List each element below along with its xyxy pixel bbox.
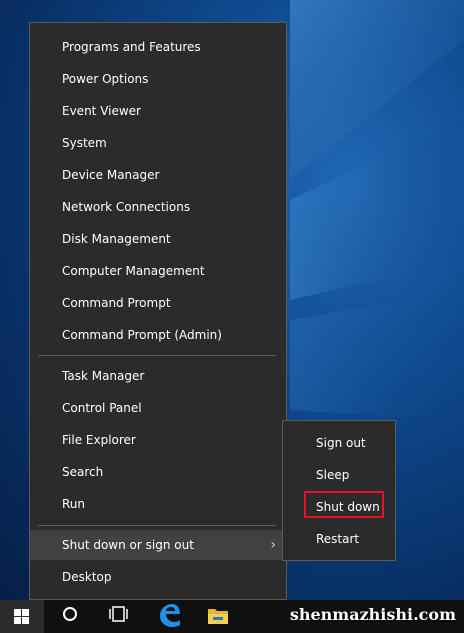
shut-down-highlight-box (304, 491, 384, 518)
menu-item-network-connections[interactable]: Network Connections (30, 192, 286, 222)
menu-item-power-options[interactable]: Power Options (30, 64, 286, 94)
menu-item-label: Shut down or sign out (62, 538, 194, 552)
menu-item-label: Event Viewer (62, 104, 141, 118)
menu-item-device-manager[interactable]: Device Manager (30, 160, 286, 190)
menu-item-label: System (62, 136, 107, 150)
menu-item-file-explorer[interactable]: File Explorer (30, 425, 286, 455)
shutdown-submenu: Sign out Sleep Shut down Restart (282, 420, 396, 561)
menu-item-programs-and-features[interactable]: Programs and Features (30, 32, 286, 62)
submenu-item-label: Sign out (316, 436, 366, 450)
menu-item-label: File Explorer (62, 433, 136, 447)
menu-item-command-prompt-admin[interactable]: Command Prompt (Admin) (30, 320, 286, 350)
file-explorer-button[interactable] (196, 600, 240, 633)
menu-separator (38, 525, 276, 526)
menu-item-label: Power Options (62, 72, 149, 86)
menu-item-label: Control Panel (62, 401, 142, 415)
menu-item-label: Command Prompt (Admin) (62, 328, 222, 342)
edge-button[interactable] (147, 600, 191, 633)
cortana-button[interactable] (48, 600, 92, 633)
winx-power-user-menu: Programs and Features Power Options Even… (29, 22, 287, 600)
menu-item-label: Programs and Features (62, 40, 201, 54)
menu-separator (38, 355, 276, 356)
menu-item-computer-management[interactable]: Computer Management (30, 256, 286, 286)
menu-item-label: Device Manager (62, 168, 160, 182)
menu-item-event-viewer[interactable]: Event Viewer (30, 96, 286, 126)
submenu-item-label: Restart (316, 532, 360, 546)
menu-item-command-prompt[interactable]: Command Prompt (30, 288, 286, 318)
chevron-right-icon: › (270, 537, 276, 553)
menu-item-desktop[interactable]: Desktop (30, 562, 286, 592)
task-view-icon (109, 606, 128, 622)
menu-item-label: Task Manager (62, 369, 145, 383)
menu-item-shut-down-or-sign-out[interactable]: Shut down or sign out › (30, 530, 286, 560)
menu-item-disk-management[interactable]: Disk Management (30, 224, 286, 254)
menu-item-label: Command Prompt (62, 296, 171, 310)
task-view-button[interactable] (96, 600, 140, 633)
menu-item-label: Search (62, 465, 104, 479)
cortana-circle-icon (63, 607, 77, 621)
menu-item-label: Computer Management (62, 264, 205, 278)
menu-item-label: Desktop (62, 570, 112, 584)
menu-item-label: Disk Management (62, 232, 171, 246)
menu-item-system[interactable]: System (30, 128, 286, 158)
menu-item-search[interactable]: Search (30, 457, 286, 487)
menu-item-run[interactable]: Run (30, 489, 286, 519)
submenu-item-label: Sleep (316, 468, 350, 482)
submenu-item-sleep[interactable]: Sleep (283, 460, 395, 490)
menu-item-control-panel[interactable]: Control Panel (30, 393, 286, 423)
watermark-text: shenmazhishi.com (289, 605, 456, 624)
submenu-item-restart[interactable]: Restart (283, 524, 395, 554)
windows-start-icon (14, 609, 29, 624)
submenu-item-sign-out[interactable]: Sign out (283, 428, 395, 458)
file-explorer-icon (208, 609, 228, 624)
start-button[interactable] (0, 600, 44, 633)
edge-icon (160, 604, 180, 627)
menu-item-label: Network Connections (62, 200, 191, 214)
menu-item-label: Run (62, 497, 86, 511)
menu-item-task-manager[interactable]: Task Manager (30, 361, 286, 391)
